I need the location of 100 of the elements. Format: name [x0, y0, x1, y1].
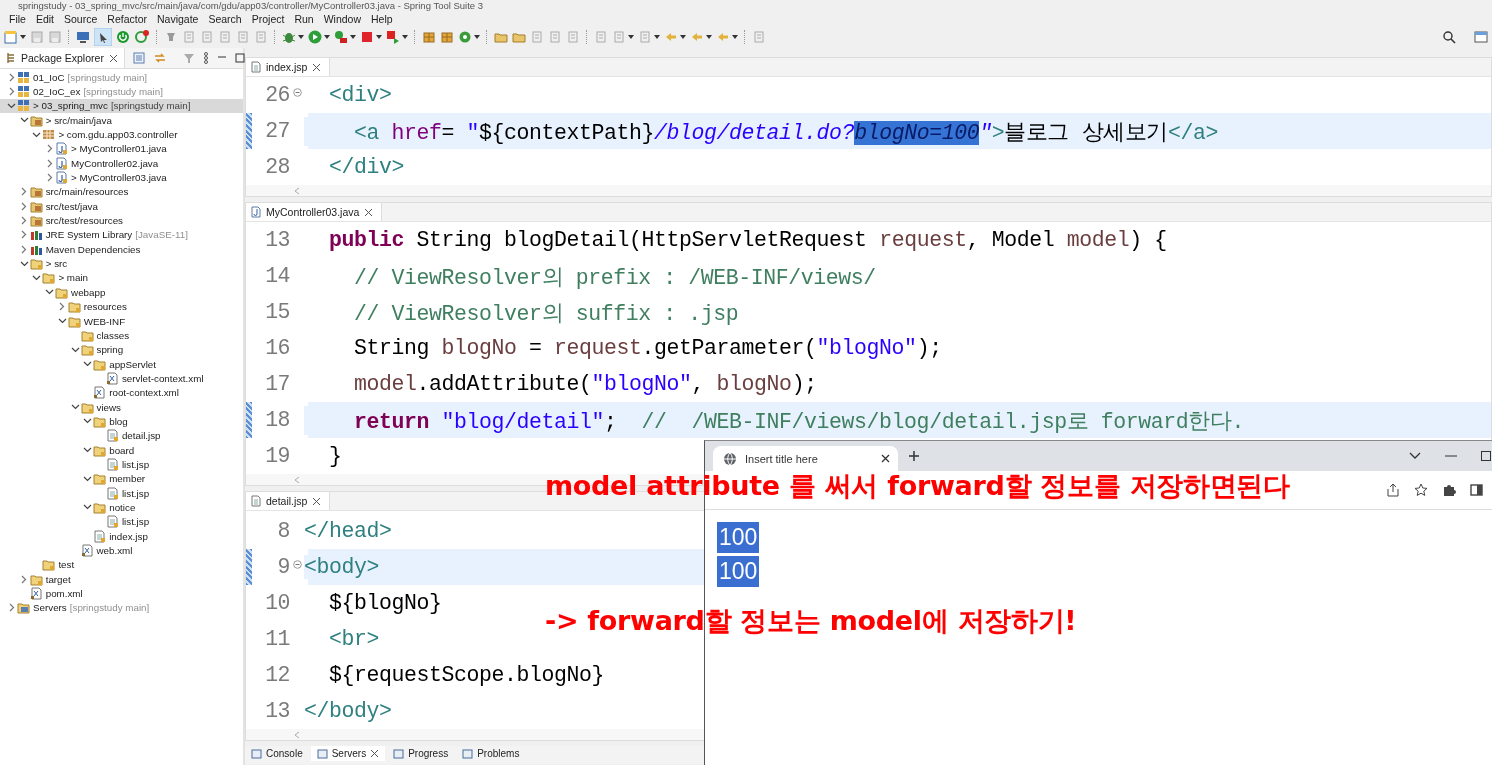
new-tab-icon[interactable] — [908, 450, 920, 462]
fold-icon[interactable] — [292, 559, 302, 569]
tree-item[interactable]: resources — [0, 299, 243, 314]
editor-tab[interactable]: index.jsp — [246, 58, 331, 76]
close-icon[interactable] — [364, 207, 374, 217]
menu-item[interactable]: Project — [246, 12, 290, 25]
bug-icon[interactable] — [282, 30, 296, 44]
menu-item[interactable]: Edit — [30, 12, 59, 25]
tree-item[interactable]: Servers [springstudy main] — [0, 600, 243, 616]
package-icon[interactable] — [422, 30, 436, 44]
perspective-icon[interactable] — [1474, 30, 1488, 44]
caret-icon[interactable] — [654, 35, 660, 39]
tree-item[interactable]: > src — [0, 256, 243, 271]
tree-item[interactable]: index.jsp — [0, 529, 243, 544]
tree-item[interactable]: target — [0, 572, 243, 587]
cursor-icon[interactable] — [94, 28, 112, 46]
tree-item[interactable]: src/test/java — [0, 199, 243, 214]
folder-icon[interactable] — [512, 30, 526, 44]
caret-icon[interactable] — [732, 35, 738, 39]
folder-icon[interactable] — [494, 30, 508, 44]
caret-icon[interactable] — [628, 35, 634, 39]
tree-item[interactable]: board — [0, 442, 243, 458]
tree-item[interactable]: > src/main/java — [0, 113, 243, 128]
close-icon[interactable] — [370, 749, 380, 758]
tree-item[interactable]: list.jsp — [0, 457, 243, 472]
tree-item[interactable]: appServlet — [0, 356, 243, 372]
tree-item[interactable]: Maven Dependencies — [0, 242, 243, 257]
stop-icon[interactable] — [360, 30, 374, 44]
caret-icon[interactable] — [376, 35, 382, 39]
tree-item[interactable]: detail.jsp — [0, 428, 243, 443]
sidebar-icon[interactable] — [1470, 484, 1483, 496]
fold-icon[interactable] — [292, 87, 302, 97]
collapse-all-icon[interactable] — [132, 52, 145, 64]
caret-icon[interactable] — [350, 35, 356, 39]
monitor-icon[interactable] — [76, 30, 90, 44]
close-icon[interactable] — [312, 62, 322, 72]
tree-item[interactable]: JRE System Library [JavaSE-11] — [0, 227, 243, 243]
power-icon[interactable] — [116, 30, 130, 44]
menu-item[interactable]: Help — [366, 12, 398, 25]
view-tab[interactable]: Servers — [310, 746, 386, 761]
tree-item[interactable]: 02_IoC_ex [springstudy main] — [0, 84, 243, 99]
tree-item[interactable]: pom.xml — [0, 586, 243, 601]
menu-item[interactable]: Search — [203, 12, 247, 25]
chevron-down-icon[interactable] — [1409, 452, 1421, 460]
tree-item[interactable]: src/main/resources — [0, 184, 243, 200]
tree-item[interactable]: servlet-context.xml — [0, 371, 243, 386]
share-icon[interactable] — [1386, 483, 1400, 497]
caret-icon[interactable] — [20, 35, 26, 39]
caret-icon[interactable] — [324, 35, 330, 39]
caret-icon[interactable] — [706, 35, 712, 39]
maximize-icon[interactable] — [1481, 451, 1491, 461]
tree-item[interactable]: list.jsp — [0, 514, 243, 529]
tree-item[interactable]: > 03_spring_mvc [springstudy main] — [0, 98, 243, 114]
menu-item[interactable]: File — [4, 12, 31, 25]
tree-item[interactable]: classes — [0, 328, 243, 343]
search-icon[interactable] — [1442, 30, 1456, 44]
close-icon[interactable] — [108, 53, 118, 63]
chevron-down-icon[interactable] — [83, 504, 93, 511]
tree-item[interactable]: member — [0, 471, 243, 486]
coverage-icon[interactable] — [334, 30, 348, 44]
menu-item[interactable]: Window — [318, 12, 367, 25]
chevron-down-icon[interactable] — [83, 447, 93, 454]
tree-item[interactable]: > MyController01.java — [0, 141, 243, 157]
caret-icon[interactable] — [298, 35, 304, 39]
menu-item[interactable]: Source — [59, 12, 103, 25]
chevron-right-icon[interactable] — [59, 302, 66, 312]
tree-item[interactable]: views — [0, 399, 243, 415]
pin-icon[interactable] — [164, 30, 178, 44]
package-explorer-tab[interactable]: Package Explorer — [0, 48, 125, 68]
tree-item[interactable]: > MyController03.java — [0, 170, 243, 185]
chevron-right-icon[interactable] — [21, 574, 28, 584]
caret-icon[interactable] — [474, 35, 480, 39]
tree-item[interactable]: webapp — [0, 285, 243, 300]
tree-item[interactable]: root-context.xml — [0, 385, 243, 400]
tree-item[interactable]: list.jsp — [0, 485, 243, 501]
tree-item[interactable]: notice — [0, 500, 243, 515]
editor-tab[interactable]: MyController03.java — [246, 203, 383, 221]
tree-item[interactable]: test — [0, 557, 243, 573]
tree-item[interactable]: web.xml — [0, 543, 243, 558]
package-icon[interactable] — [440, 30, 454, 44]
chevron-down-icon[interactable] — [83, 475, 93, 482]
refresh-icon[interactable] — [134, 30, 150, 44]
view-tab[interactable]: Progress — [387, 746, 455, 761]
tree-item[interactable]: > com.gdu.app03.controller — [0, 127, 243, 142]
chevron-down-icon[interactable] — [57, 318, 67, 324]
star-icon[interactable] — [1414, 483, 1428, 497]
view-tab[interactable]: Problems — [456, 746, 526, 761]
deploy-icon[interactable] — [386, 30, 400, 44]
menu-item[interactable]: Run — [289, 12, 319, 25]
view-menu-icon[interactable] — [202, 52, 209, 64]
tree-item[interactable]: WEB-INF — [0, 313, 243, 329]
tree-item[interactable]: > main — [0, 270, 243, 286]
editor-tab[interactable]: detail.jsp — [246, 492, 331, 510]
close-icon[interactable] — [312, 496, 322, 506]
puzzle-icon[interactable] — [1442, 483, 1456, 497]
view-tab[interactable]: Console — [245, 746, 309, 761]
menu-item[interactable]: Refactor — [102, 12, 152, 25]
tree-item[interactable]: 01_IoC [springstudy main] — [0, 70, 243, 85]
caret-icon[interactable] — [402, 35, 408, 39]
tree-item[interactable]: blog — [0, 414, 243, 429]
